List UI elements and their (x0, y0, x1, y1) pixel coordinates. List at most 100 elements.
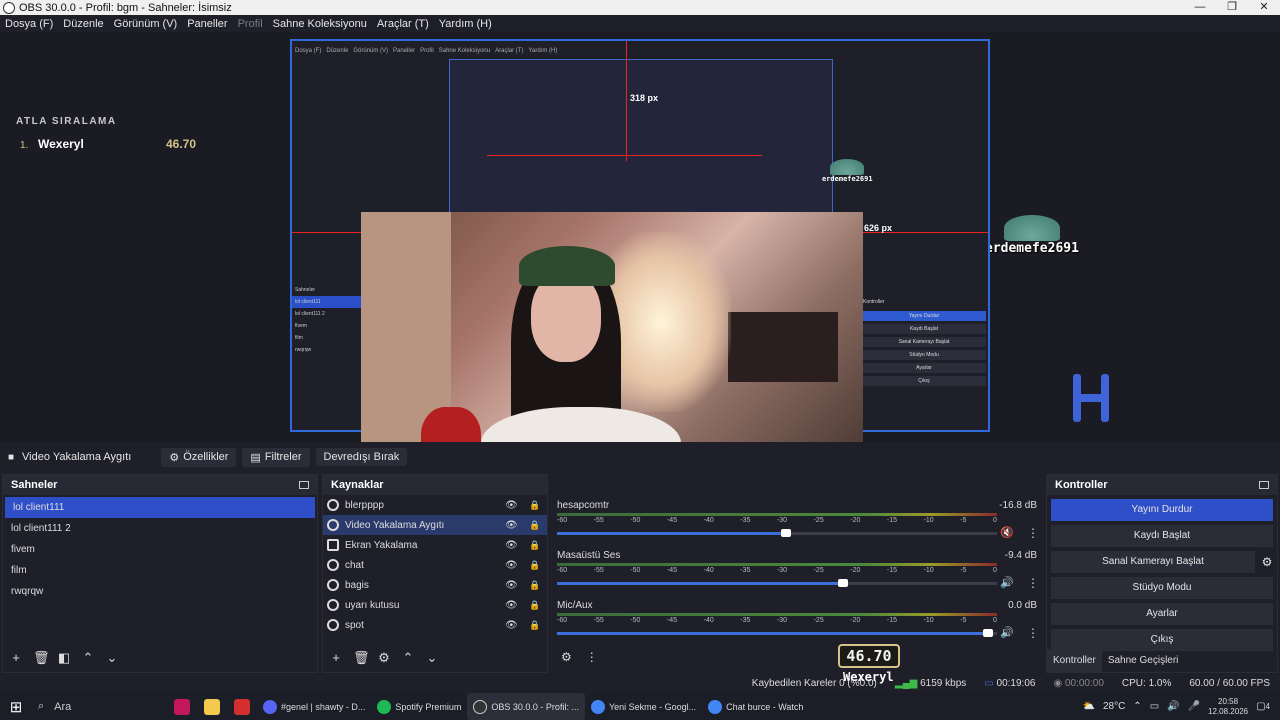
folder-icon[interactable] (197, 693, 227, 720)
source-item[interactable]: bagis 👁 🔒 (323, 575, 547, 595)
lock-icon[interactable]: 🔒 (529, 540, 540, 551)
eye-icon[interactable]: 👁 (505, 520, 518, 531)
menu-edit[interactable]: Düzenle (58, 18, 108, 30)
add-icon[interactable]: + (9, 651, 23, 665)
volume-slider-knob[interactable] (983, 629, 994, 637)
taskbar-app-icon[interactable] (227, 693, 257, 720)
more-icon[interactable]: ⋮ (1027, 626, 1039, 640)
scene-item[interactable]: film (3, 560, 317, 581)
volume-icon[interactable]: 🔊 (1167, 701, 1179, 712)
channel-name: Masaüstü Ses (557, 550, 621, 561)
restore-icon[interactable]: ❐ (1216, 0, 1248, 15)
tab-scene-transitions[interactable]: Sahne Geçişleri (1102, 649, 1185, 672)
notification-count: 4 (1265, 702, 1270, 711)
volume-meter (557, 613, 997, 616)
lock-icon[interactable]: 🔒 (529, 500, 540, 511)
eye-icon[interactable]: 👁 (505, 540, 518, 551)
menu-help[interactable]: Yardım (H) (434, 18, 497, 30)
lock-icon[interactable]: 🔒 (529, 520, 540, 531)
speaker-muted-icon[interactable]: 🔇 (1000, 526, 1014, 539)
lock-icon[interactable]: 🔒 (529, 580, 540, 591)
source-item[interactable]: chat 👁 🔒 (323, 555, 547, 575)
trash-icon[interactable]: 🗑 (353, 651, 370, 665)
eye-icon[interactable]: 👁 (505, 560, 518, 571)
start-virtual-cam-button[interactable]: Sanal Kamerayı Başlat (1051, 551, 1255, 573)
eye-icon[interactable]: 👁 (505, 600, 518, 611)
taskbar-window-discord[interactable]: #genel | shawty - D... (257, 693, 371, 720)
tab-controls[interactable]: Kontroller (1047, 649, 1102, 672)
volume-slider[interactable] (557, 579, 997, 587)
taskbar-window-chrome[interactable]: Yeni Sekme - Googl... (585, 693, 702, 720)
speaker-icon[interactable]: 🔊 (1000, 626, 1014, 639)
scene-item[interactable]: fivem (3, 539, 317, 560)
gear-icon[interactable]: ⚙ (1257, 555, 1277, 569)
eye-icon[interactable]: 👁 (505, 580, 518, 591)
taskbar-search[interactable]: ⌕ Ara (32, 693, 167, 720)
microphone-icon[interactable]: 🎤 (1188, 701, 1200, 712)
taskbar-app-icon[interactable] (167, 693, 197, 720)
browser-icon (327, 499, 339, 511)
source-item[interactable]: spot 👁 🔒 (323, 615, 547, 635)
speaker-icon[interactable]: 🔊 (1000, 576, 1014, 589)
chevron-up-icon[interactable]: ⌃ (401, 651, 415, 665)
windows-start-icon[interactable]: ⊞ (0, 698, 32, 716)
add-icon[interactable]: + (329, 651, 343, 665)
deactivate-button[interactable]: Devredışı Bırak (315, 448, 408, 466)
menu-view[interactable]: Görünüm (V) (109, 18, 183, 30)
taskbar-window-spotify[interactable]: Spotify Premium (371, 693, 467, 720)
studio-mode-button[interactable]: Stüdyo Modu (1051, 577, 1273, 599)
lock-icon[interactable]: 🔒 (529, 560, 540, 571)
weather-icon: ⛅ (1082, 701, 1095, 712)
menu-scene-collection[interactable]: Sahne Koleksiyonu (268, 18, 372, 30)
minimize-icon[interactable]: — (1184, 0, 1216, 15)
chevron-down-icon[interactable]: ⌄ (105, 651, 119, 665)
lock-icon[interactable]: 🔒 (529, 600, 540, 611)
volume-slider-knob[interactable] (838, 579, 848, 587)
volume-slider[interactable] (557, 629, 997, 637)
menu-tools[interactable]: Araçlar (T) (372, 18, 434, 30)
more-icon[interactable]: ⋮ (586, 650, 598, 664)
filters-button[interactable]: ▤ Filtreler (242, 447, 310, 467)
trash-icon[interactable]: 🗑 (33, 651, 50, 665)
taskbar-window-obs[interactable]: OBS 30.0.0 - Profil: ... (467, 693, 585, 720)
chevron-down-icon[interactable]: ⌄ (425, 651, 439, 665)
notification-icon[interactable]: ▢4 (1256, 701, 1270, 712)
volume-slider-knob[interactable] (780, 529, 791, 537)
close-icon[interactable]: ✕ (1248, 0, 1280, 15)
meter-tick-label: -50 (630, 567, 641, 574)
lock-icon[interactable]: 🔒 (529, 620, 540, 631)
menu-file[interactable]: Dosya (F) (0, 18, 58, 30)
eye-icon[interactable]: 👁 (505, 500, 518, 511)
properties-button[interactable]: ⚙ Özellikler (161, 447, 237, 467)
gear-icon[interactable]: ⚙ (377, 651, 391, 665)
more-icon[interactable]: ⋮ (1027, 526, 1039, 540)
source-item[interactable]: blerpppp 👁 🔒 (323, 495, 547, 515)
scene-item[interactable]: lol client111 2 (3, 518, 317, 539)
webcam-video[interactable] (361, 212, 863, 442)
preview-canvas[interactable]: ATLA SIRALAMA 1. Wexeryl 46.70 erdemefe2… (0, 32, 1280, 442)
source-item[interactable]: uyarı kutusu 👁 🔒 (323, 595, 547, 615)
taskbar-clock[interactable]: 20:58 12.08.2026 (1208, 697, 1248, 717)
popout-icon[interactable] (299, 481, 309, 489)
start-recording-button[interactable]: Kaydı Başlat (1051, 525, 1273, 547)
eye-icon[interactable]: 👁 (505, 620, 518, 631)
scene-item[interactable]: lol client111 (5, 497, 315, 518)
network-icon[interactable]: ▭ (1150, 701, 1159, 712)
taskbar-window-chrome[interactable]: Chat burce - Watch (702, 693, 809, 720)
stop-stream-button[interactable]: Yayını Durdur (1051, 499, 1273, 521)
gear-icon[interactable]: ⚙ (561, 650, 572, 664)
source-item[interactable]: Video Yakalama Aygıtı 👁 🔒 (323, 515, 547, 535)
source-item[interactable]: Ekran Yakalama 👁 🔒 (323, 535, 547, 555)
meter-tick-label: -25 (813, 517, 824, 524)
volume-slider[interactable] (557, 529, 997, 537)
popout-icon[interactable] (1259, 481, 1269, 489)
filter-icon[interactable]: ◧ (57, 651, 71, 665)
scene-item[interactable]: rwqrqw (3, 581, 317, 602)
more-icon[interactable]: ⋮ (1027, 576, 1039, 590)
chevron-up-icon[interactable]: ⌃ (1133, 701, 1141, 712)
menu-profile[interactable]: Profil (233, 18, 268, 30)
chevron-up-icon[interactable]: ⌃ (81, 651, 95, 665)
settings-button[interactable]: Ayarlar (1051, 603, 1273, 625)
exit-button[interactable]: Çıkış (1051, 629, 1273, 651)
menu-docks[interactable]: Paneller (182, 18, 232, 30)
